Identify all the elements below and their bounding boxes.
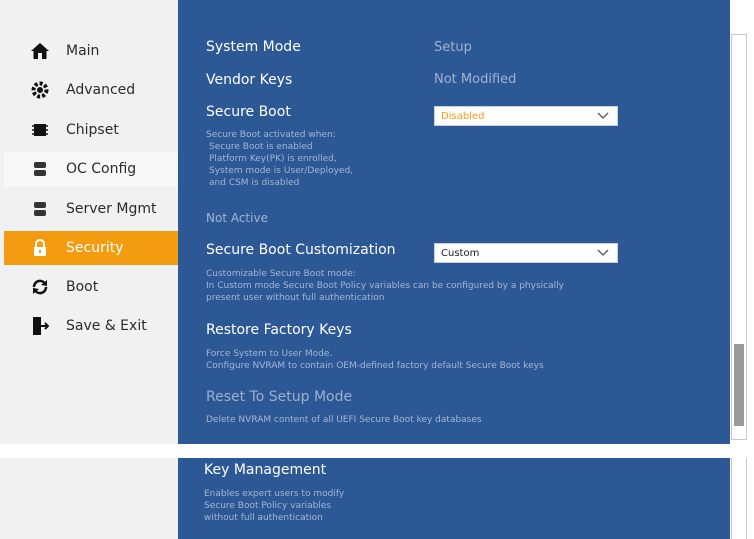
system-mode-value: Setup [434, 40, 472, 55]
sidebar: Main Advanced Chipset OC Config Server M… [0, 0, 178, 444]
scrollbar[interactable] [731, 458, 747, 539]
sidebar-item-label: OC Config [66, 161, 137, 177]
help-line: without full authentication [204, 513, 323, 523]
sidebar-item-boot[interactable]: Boot [4, 270, 178, 304]
server-icon [20, 161, 60, 177]
help-line: Platform Key(PK) is enrolled, [209, 154, 337, 164]
lock-icon [20, 239, 60, 257]
help-line: Delete NVRAM content of all UEFI Secure … [206, 415, 482, 425]
home-icon [20, 42, 60, 60]
sidebar-item-label: Main [66, 43, 100, 59]
gear-icon [20, 80, 60, 100]
help-line: In Custom mode Secure Boot Policy variab… [206, 281, 564, 291]
sidebar-item-oc-config[interactable]: OC Config [4, 152, 178, 186]
sidebar-item-security[interactable]: Security [4, 231, 178, 265]
chevron-down-icon [597, 247, 609, 262]
sidebar-item-server-mgmt[interactable]: Server Mgmt [4, 192, 178, 226]
secure-boot-selected: Disabled [441, 110, 485, 122]
sidebar-continuation [0, 458, 178, 539]
help-line: Enables expert users to modify [204, 489, 345, 499]
reset-help: Delete NVRAM content of all UEFI Secure … [206, 414, 482, 426]
system-mode-label: System Mode [206, 39, 301, 55]
customization-label: Secure Boot Customization [206, 242, 396, 258]
sidebar-item-label: Save & Exit [66, 318, 147, 334]
sidebar-item-label: Chipset [66, 122, 119, 138]
help-line: Force System to User Mode. [206, 349, 333, 359]
secure-boot-select[interactable]: Disabled [434, 106, 618, 126]
refresh-icon [20, 277, 60, 297]
secure-boot-status: Not Active [206, 211, 268, 225]
help-line: Secure Boot Policy variables [204, 501, 332, 511]
customization-select[interactable]: Custom [434, 243, 618, 263]
help-line: and CSM is disabled [209, 178, 300, 188]
reset-to-setup-mode-button[interactable]: Reset To Setup Mode [206, 389, 352, 405]
sidebar-item-save-exit[interactable]: Save & Exit [4, 309, 178, 343]
customization-help: Customizable Secure Boot mode: In Custom… [206, 268, 564, 304]
settings-panel: System Mode Setup Vendor Keys Not Modifi… [178, 0, 730, 444]
divider [0, 444, 754, 458]
sidebar-item-main[interactable]: Main [4, 34, 178, 68]
help-line: Customizable Secure Boot mode: [206, 269, 356, 279]
secure-boot-label: Secure Boot [206, 104, 291, 120]
vendor-keys-label: Vendor Keys [206, 72, 293, 88]
chevron-down-icon [597, 110, 609, 125]
help-line: Secure Boot activated when: [206, 130, 336, 140]
secure-boot-help: Secure Boot activated when: Secure Boot … [206, 129, 353, 189]
key-management-help: Enables expert users to modify Secure Bo… [204, 488, 344, 524]
chip-icon [20, 121, 60, 139]
help-line: Secure Boot is enabled [209, 142, 313, 152]
help-line: present user without full authentication [206, 293, 385, 303]
restore-factory-keys-button[interactable]: Restore Factory Keys [206, 322, 352, 338]
restore-help: Force System to User Mode. Configure NVR… [206, 348, 544, 372]
sidebar-item-advanced[interactable]: Advanced [4, 73, 178, 107]
sidebar-item-chipset[interactable]: Chipset [4, 113, 178, 147]
scrollbar-thumb[interactable] [734, 344, 744, 426]
customization-selected: Custom [441, 247, 480, 259]
help-line: System mode is User/Deployed, [209, 166, 354, 176]
settings-panel-continued: Key Management Enables expert users to m… [178, 458, 730, 539]
server-icon [20, 201, 60, 217]
vendor-keys-value: Not Modified [434, 72, 517, 87]
exit-icon [20, 316, 60, 336]
sidebar-item-label: Boot [66, 279, 99, 295]
sidebar-item-label: Security [66, 240, 124, 256]
help-line: Configure NVRAM to contain OEM-defined f… [206, 361, 544, 371]
sidebar-item-label: Advanced [66, 82, 136, 98]
sidebar-item-label: Server Mgmt [66, 201, 157, 217]
key-management-button[interactable]: Key Management [204, 462, 326, 478]
